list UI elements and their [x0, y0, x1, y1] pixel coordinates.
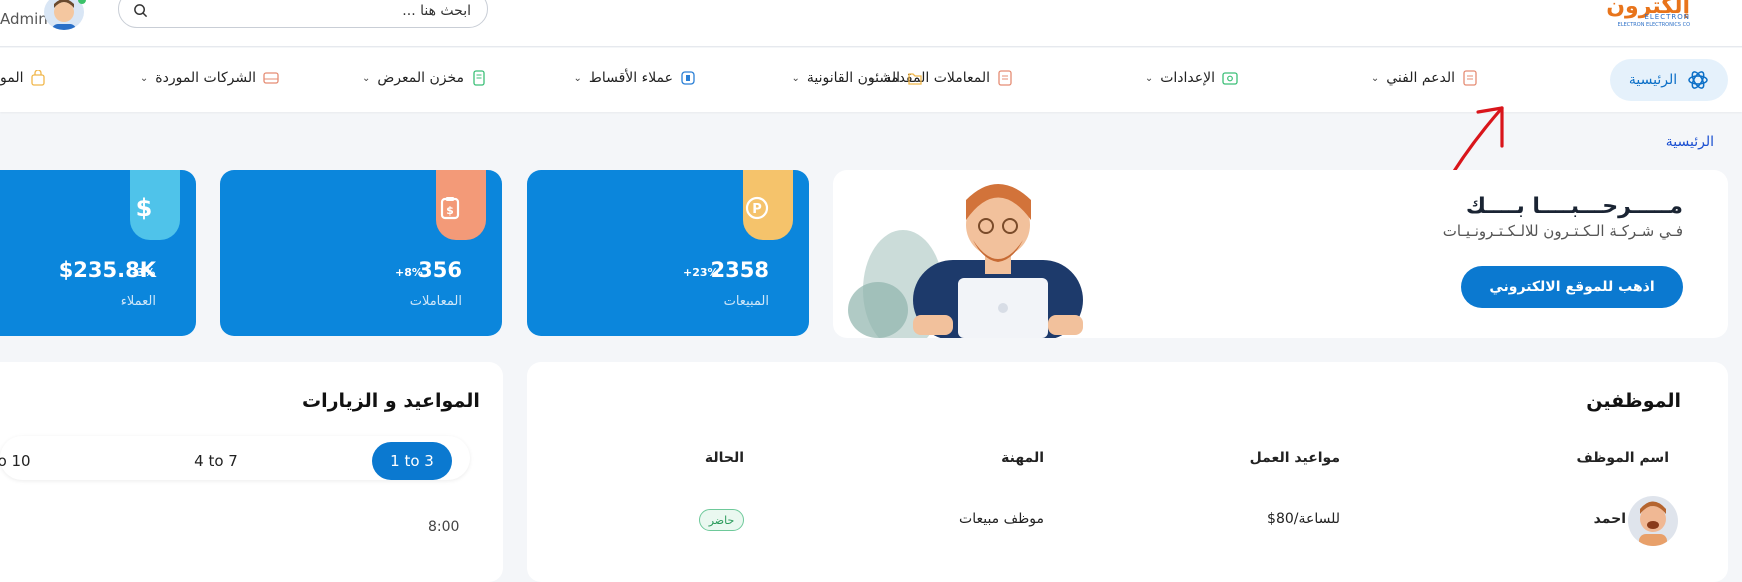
dollar-icon: $ — [136, 196, 153, 220]
stat-label: المعاملات — [409, 294, 462, 309]
welcome-title: مـــــرحـــبــــا بــــك — [1465, 194, 1683, 219]
nav-item-showroom[interactable]: مخزن المعرض ⌄ — [362, 62, 487, 94]
visit-website-button[interactable]: اذهب للموقع الالكتروني — [1461, 266, 1683, 308]
atom-icon — [1688, 71, 1708, 89]
nav-home-label: الرئيسية — [1628, 72, 1678, 88]
avatar[interactable] — [1628, 496, 1678, 546]
tab-8-to-10[interactable]: 8 to 10 — [0, 442, 34, 480]
businessman-illustration — [848, 184, 1083, 338]
folder-icon — [908, 73, 922, 85]
nav-item-installments[interactable]: عملاء الأقساط ⌄ — [574, 62, 697, 94]
chevron-down-icon: ⌄ — [791, 72, 800, 84]
online-indicator — [78, 0, 86, 4]
stat-card-transactions: $ 356 +8% المعاملات — [220, 170, 502, 336]
appointments-tabs: 1 to 3 4 to 7 8 to 10 — [0, 436, 470, 480]
svg-text:$: $ — [136, 196, 153, 220]
nav-label: المو — [0, 70, 24, 86]
nav-label: عملاء الأقساط — [588, 70, 673, 86]
tab-1-to-3[interactable]: 1 to 3 — [372, 442, 452, 480]
chevron-down-icon: ⌄ — [361, 72, 371, 84]
avatar[interactable] — [44, 0, 84, 30]
nav-label: الشركات الموردة — [155, 70, 256, 86]
nav-label: الإعدادات — [1160, 70, 1215, 86]
nav-label: مخزن المعرض — [377, 70, 464, 86]
user-menu[interactable]: Admin — [0, 0, 90, 34]
welcome-subtitle: فـي شـركـة الـكـتـرون للالـكـتـرونـيـات — [1442, 222, 1683, 240]
nav-item-support[interactable]: الدعم الفني ⌄ — [1371, 62, 1478, 94]
employee-hours: $80/للساعة — [1267, 511, 1340, 527]
welcome-card: مـــــرحـــبــــا بــــك فـي شـركـة الـك… — [833, 170, 1728, 338]
stat-value: 2358 — [710, 258, 769, 282]
nav-label: الدعم الفني — [1386, 70, 1455, 86]
document-icon — [1463, 70, 1477, 86]
document-icon — [998, 70, 1012, 86]
chip-icon — [681, 71, 695, 85]
top-bar: إلكترون ELECTRON ELECTRON ELECTRONICS CO… — [0, 0, 1742, 47]
nav-item-home[interactable]: الرئيسية — [1610, 59, 1728, 101]
clipboard-dollar-icon: $ — [440, 197, 460, 220]
book-icon — [473, 70, 485, 86]
stat-card-customers: $ $235.8K -3% العملاء — [0, 170, 196, 336]
avatar-face-icon — [1639, 501, 1667, 546]
header-status: الحالة — [704, 450, 744, 466]
stat-label: العملاء — [120, 294, 156, 309]
stat-change: +8% — [395, 266, 423, 279]
card-icon — [263, 72, 279, 84]
employee-job: موظف مبيعات — [959, 511, 1044, 527]
stat-change: +23% — [683, 266, 719, 279]
stat-card-sales: P 2358 +23% المبيعات — [527, 170, 809, 336]
search-placeholder: ابحث هنا ... — [402, 3, 471, 19]
company-logo[interactable]: إلكترون ELECTRON ELECTRON ELECTRONICS CO — [1606, 0, 1690, 40]
user-role: Admin — [0, 10, 48, 28]
search-icon — [134, 4, 148, 18]
status-badge: حاضر — [699, 509, 744, 531]
employees-card — [527, 362, 1728, 582]
nav-label: الشئون القانونية — [806, 70, 900, 86]
employee-name: احمد — [1593, 511, 1626, 527]
svg-text:$: $ — [446, 204, 454, 217]
time-label: 8:00 — [428, 519, 460, 535]
breadcrumb[interactable]: الرئيسية — [1666, 134, 1714, 150]
header-work-hours: مواعيد العمل — [1249, 450, 1340, 466]
avatar-face-icon — [52, 0, 76, 30]
appointments-title: المواعيد و الزيارات — [302, 390, 480, 412]
logo-sub: ELECTRON — [1644, 13, 1690, 21]
header-employee-name: اسم الموظف — [1576, 450, 1670, 466]
settings-box-icon — [1222, 72, 1238, 85]
nav-item-suppliers[interactable]: الشركات الموردة ⌄ — [140, 62, 279, 94]
stat-label: المبيعات — [723, 294, 769, 309]
nav-item-legal[interactable]: الشئون القانونية ⌄ — [792, 62, 923, 94]
chevron-down-icon: ⌄ — [573, 72, 582, 84]
logo-tiny: ELECTRON ELECTRONICS CO — [1617, 22, 1690, 28]
employees-title: الموظفين — [1586, 390, 1681, 412]
nav-item-partial[interactable]: المو — [0, 62, 46, 94]
parking-icon: P — [745, 196, 769, 220]
chevron-down-icon: ⌄ — [1370, 72, 1380, 84]
header-job: المهنة — [1001, 450, 1044, 466]
nav-item-settings[interactable]: الإعدادات ⌄ — [1145, 62, 1238, 94]
tab-4-to-7[interactable]: 4 to 7 — [186, 442, 246, 480]
bag-icon — [31, 70, 46, 86]
svg-text:P: P — [752, 202, 762, 217]
stat-value: 356 — [418, 258, 462, 282]
stat-change: -3% — [132, 266, 156, 279]
search-input[interactable]: ابحث هنا ... — [118, 0, 488, 28]
chevron-down-icon: ⌄ — [139, 72, 149, 84]
chevron-down-icon: ⌄ — [1144, 72, 1154, 84]
